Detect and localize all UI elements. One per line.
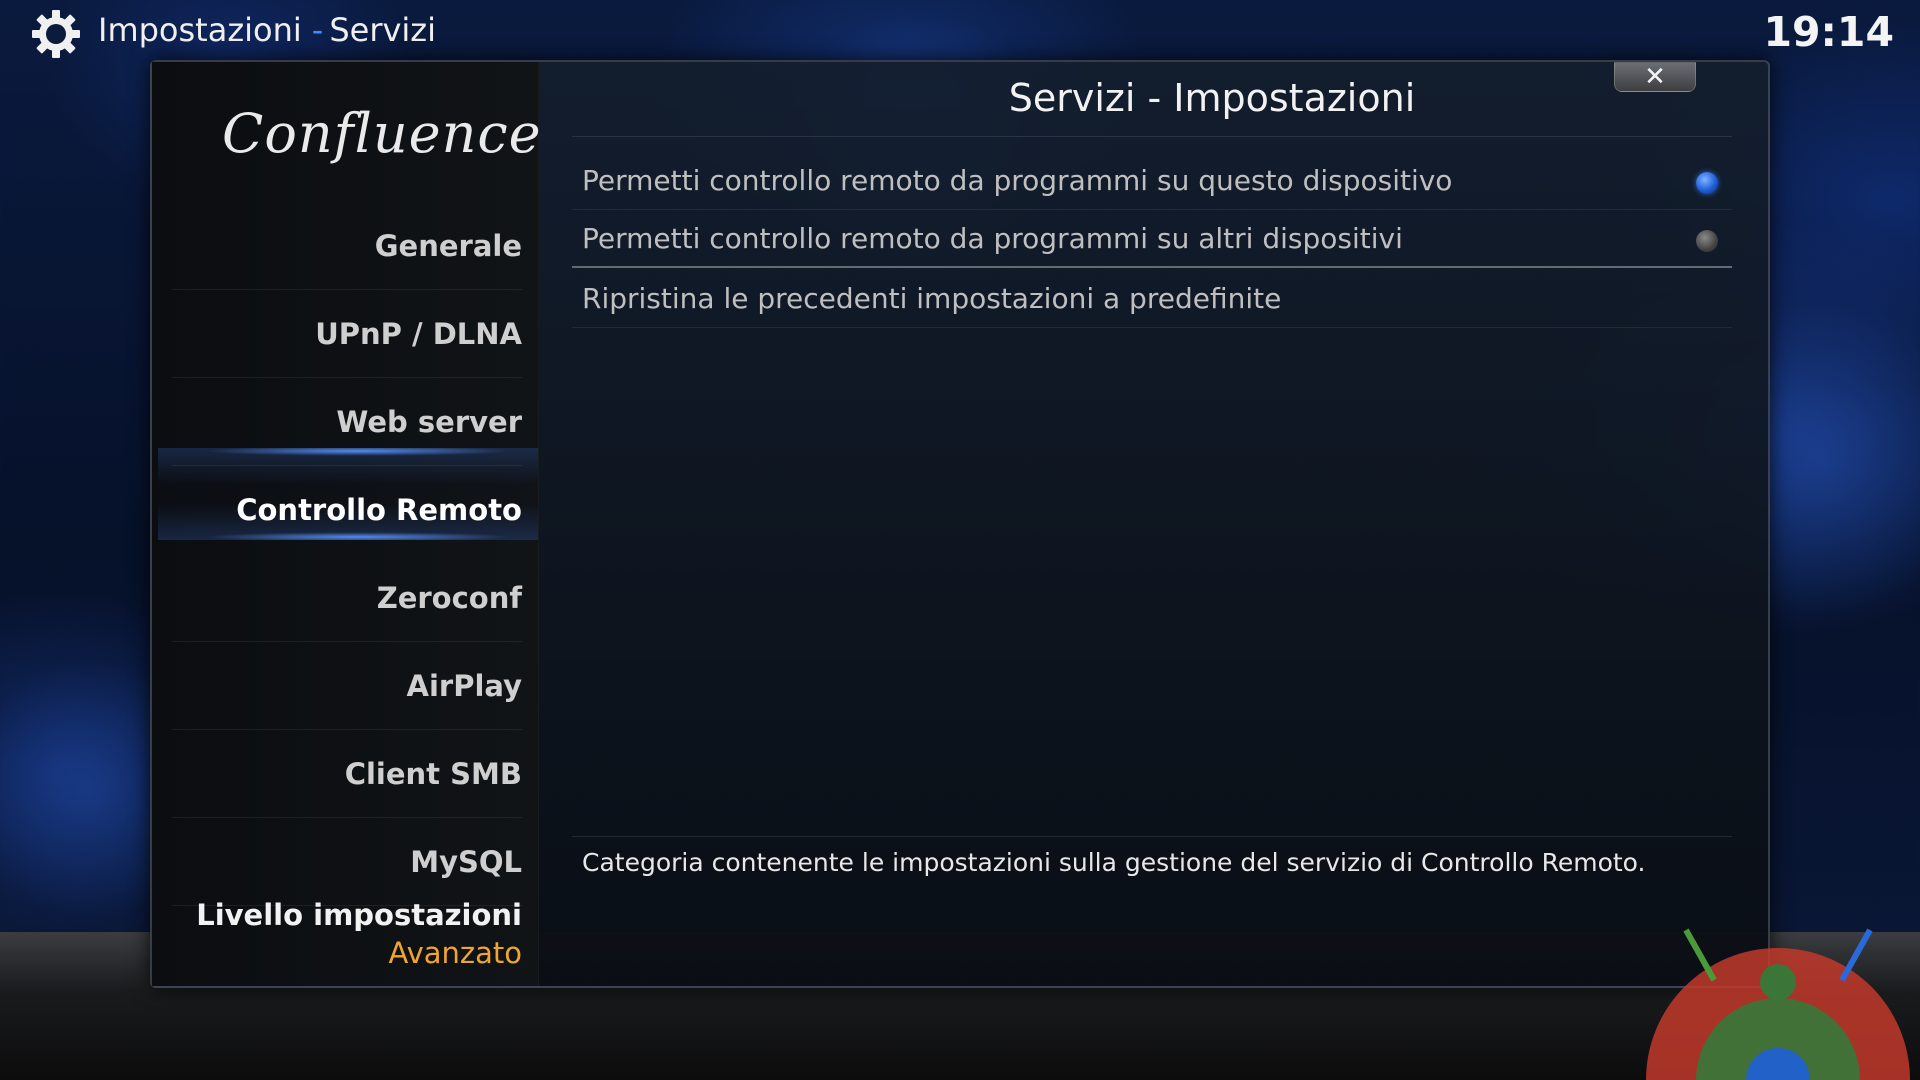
sidebar-item-generale[interactable]: Generale [172, 202, 522, 290]
sidebar-item-mysql[interactable]: MySQL [172, 818, 522, 906]
breadcrumb-separator: - [311, 11, 324, 49]
confluence-logo: Confluence [222, 102, 542, 165]
sidebar-item-client-smb[interactable]: Client SMB [172, 730, 522, 818]
sidebar: Confluence Generale UPnP / DLNA Web serv… [152, 62, 542, 986]
breadcrumb: Impostazioni - Servizi [98, 11, 436, 49]
radio-off-icon[interactable] [1696, 230, 1718, 252]
category-description: Categoria contenente le impostazioni sul… [582, 848, 1646, 877]
settings-level-value[interactable]: Avanzato [172, 936, 522, 970]
setting-row-reset-defaults[interactable]: Ripristina le precedenti impostazioni a … [572, 270, 1732, 328]
sidebar-item-zeroconf[interactable]: Zeroconf [172, 554, 522, 642]
sidebar-item-controllo-remoto[interactable]: Controllo Remoto [172, 466, 522, 554]
clock: 19:14 [1763, 8, 1894, 56]
setting-row-remote-this-device[interactable]: Permetti controllo remoto da programmi s… [572, 152, 1732, 210]
setting-row-remote-other-devices[interactable]: Permetti controllo remoto da programmi s… [572, 210, 1732, 268]
settings-level-label[interactable]: Livello impostazioni [172, 898, 522, 932]
settings-dialog: Confluence Generale UPnP / DLNA Web serv… [150, 60, 1770, 988]
divider [572, 136, 1732, 137]
radio-on-icon[interactable] [1696, 172, 1718, 194]
sidebar-item-airplay[interactable]: AirPlay [172, 642, 522, 730]
sidebar-item-upnp-dlna[interactable]: UPnP / DLNA [172, 290, 522, 378]
breadcrumb-section: Impostazioni [98, 11, 302, 49]
top-bar: Impostazioni - Servizi 19:14 [0, 0, 1920, 62]
divider [572, 836, 1732, 837]
close-icon: ✕ [1644, 62, 1666, 92]
sidebar-item-web-server[interactable]: Web server [172, 378, 522, 466]
watermark-logo [1646, 928, 1910, 1080]
setting-label: Ripristina le precedenti impostazioni a … [582, 282, 1282, 315]
close-button[interactable]: ✕ [1614, 62, 1696, 92]
setting-label: Permetti controllo remoto da programmi s… [582, 222, 1403, 255]
setting-label: Permetti controllo remoto da programmi s… [582, 164, 1453, 197]
breadcrumb-subsection: Servizi [329, 11, 436, 49]
gear-icon [32, 10, 80, 58]
